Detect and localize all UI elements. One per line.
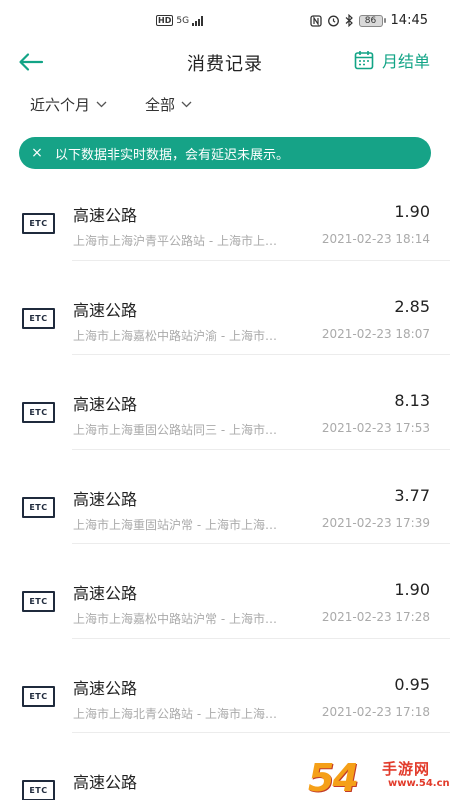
watermark-logo: 54 手游网 www.54.cn	[308, 754, 450, 800]
monthly-statement-button[interactable]: 月结单	[354, 48, 430, 72]
notice-banner: × 以下数据非实时数据，会有延迟未展示。	[19, 137, 431, 169]
nfc-icon	[309, 14, 322, 27]
status-bar: HD 5G 86 14:45	[0, 0, 450, 44]
watermark-url: www.54.cn	[388, 778, 450, 789]
record-time: 2021-02-23 18:07	[321, 326, 430, 341]
record-location: 上海市上海嘉松中路站沪渝 - 上海市…	[73, 328, 277, 343]
monthly-statement-label: 月结单	[381, 52, 430, 71]
record-time: 2021-02-23 17:18	[321, 704, 430, 719]
record-title: 高速公路	[73, 300, 138, 320]
record-list: ETC 高速公路 1.90 上海市上海沪青平公路站 - 上海市上… 2021-0…	[0, 166, 450, 800]
record-title: 高速公路	[73, 489, 138, 509]
record-amount: 8.13	[394, 391, 430, 410]
record-row[interactable]: ETC 高速公路 1.90 上海市上海嘉松中路站沪常 - 上海市… 2021-0…	[0, 544, 450, 639]
network-indicators: HD 5G	[156, 15, 204, 26]
etc-icon: ETC	[22, 685, 55, 707]
bluetooth-icon	[345, 14, 353, 27]
record-title: 高速公路	[73, 584, 138, 603]
etc-icon: ETC	[22, 591, 55, 612]
period-filter-label: 近六个月	[30, 96, 91, 114]
chevron-down-icon	[96, 101, 107, 108]
etc-icon: ETC	[22, 213, 55, 234]
signal-icon	[192, 15, 204, 26]
record-row[interactable]: ETC 高速公路 1.90 上海市上海沪青平公路站 - 上海市上… 2021-0…	[0, 166, 450, 261]
alarm-icon	[327, 15, 339, 27]
record-row[interactable]: ETC 高速公路 0.95 上海市上海北青公路站 - 上海市上海… 2021-0…	[0, 639, 450, 734]
record-location: 上海市上海重固公路站同三 - 上海市…	[73, 423, 277, 437]
record-row[interactable]: ETC 高速公路 2.85 上海市上海嘉松中路站沪渝 - 上海市… 2021-0…	[0, 261, 450, 356]
record-row[interactable]: ETC 高速公路 8.13 上海市上海重固公路站同三 - 上海市… 2021-0…	[0, 355, 450, 450]
watermark-number: 54	[308, 756, 359, 800]
notice-text: 以下数据非实时数据，会有延迟未展示。	[55, 147, 290, 163]
record-row[interactable]: ETC 高速公路 3.77 上海市上海重固站沪常 - 上海市上海… 2021-0…	[0, 450, 450, 545]
record-amount: 2.85	[394, 296, 430, 316]
record-amount: 3.77	[394, 485, 430, 505]
nav-bar: 消费记录 月结单	[0, 44, 450, 80]
record-title: 高速公路	[73, 206, 138, 225]
record-location: 上海市上海嘉松中路站沪常 - 上海市…	[73, 612, 277, 626]
category-filter-label: 全部	[145, 96, 176, 114]
record-time: 2021-02-23 18:14	[321, 232, 430, 246]
etc-icon: ETC	[22, 780, 55, 800]
record-location: 上海市上海北青公路站 - 上海市上海…	[73, 706, 277, 721]
watermark-name: 手游网	[382, 760, 431, 778]
battery-level: 86	[358, 14, 383, 27]
category-filter[interactable]: 全部	[145, 94, 192, 115]
record-time: 2021-02-23 17:53	[321, 421, 430, 435]
etc-icon: ETC	[22, 402, 55, 423]
record-time: 2021-02-23 17:28	[321, 610, 430, 624]
close-icon[interactable]: ×	[19, 145, 55, 161]
record-amount: 1.90	[394, 202, 430, 221]
record-location: 上海市上海重固站沪常 - 上海市上海…	[73, 517, 277, 532]
system-indicators: 86 14:45	[309, 13, 428, 28]
record-amount: 0.95	[394, 674, 430, 694]
etc-icon: ETC	[22, 307, 55, 329]
period-filter[interactable]: 近六个月	[30, 94, 107, 115]
filter-bar: 近六个月 全部	[0, 94, 450, 122]
record-title: 高速公路	[73, 395, 138, 414]
clock: 14:45	[390, 13, 428, 28]
network-type: 5G	[176, 15, 190, 26]
chevron-down-icon	[181, 101, 192, 108]
hd-badge: HD	[156, 15, 174, 26]
battery-icon: 86	[358, 14, 386, 27]
calendar-icon	[354, 51, 374, 70]
record-title: 高速公路	[73, 678, 138, 698]
record-title: 高速公路	[73, 773, 138, 792]
record-location: 上海市上海沪青平公路站 - 上海市上…	[73, 234, 277, 248]
record-amount: 1.90	[394, 580, 430, 599]
record-time: 2021-02-23 17:39	[321, 515, 430, 530]
etc-icon: ETC	[22, 496, 55, 518]
